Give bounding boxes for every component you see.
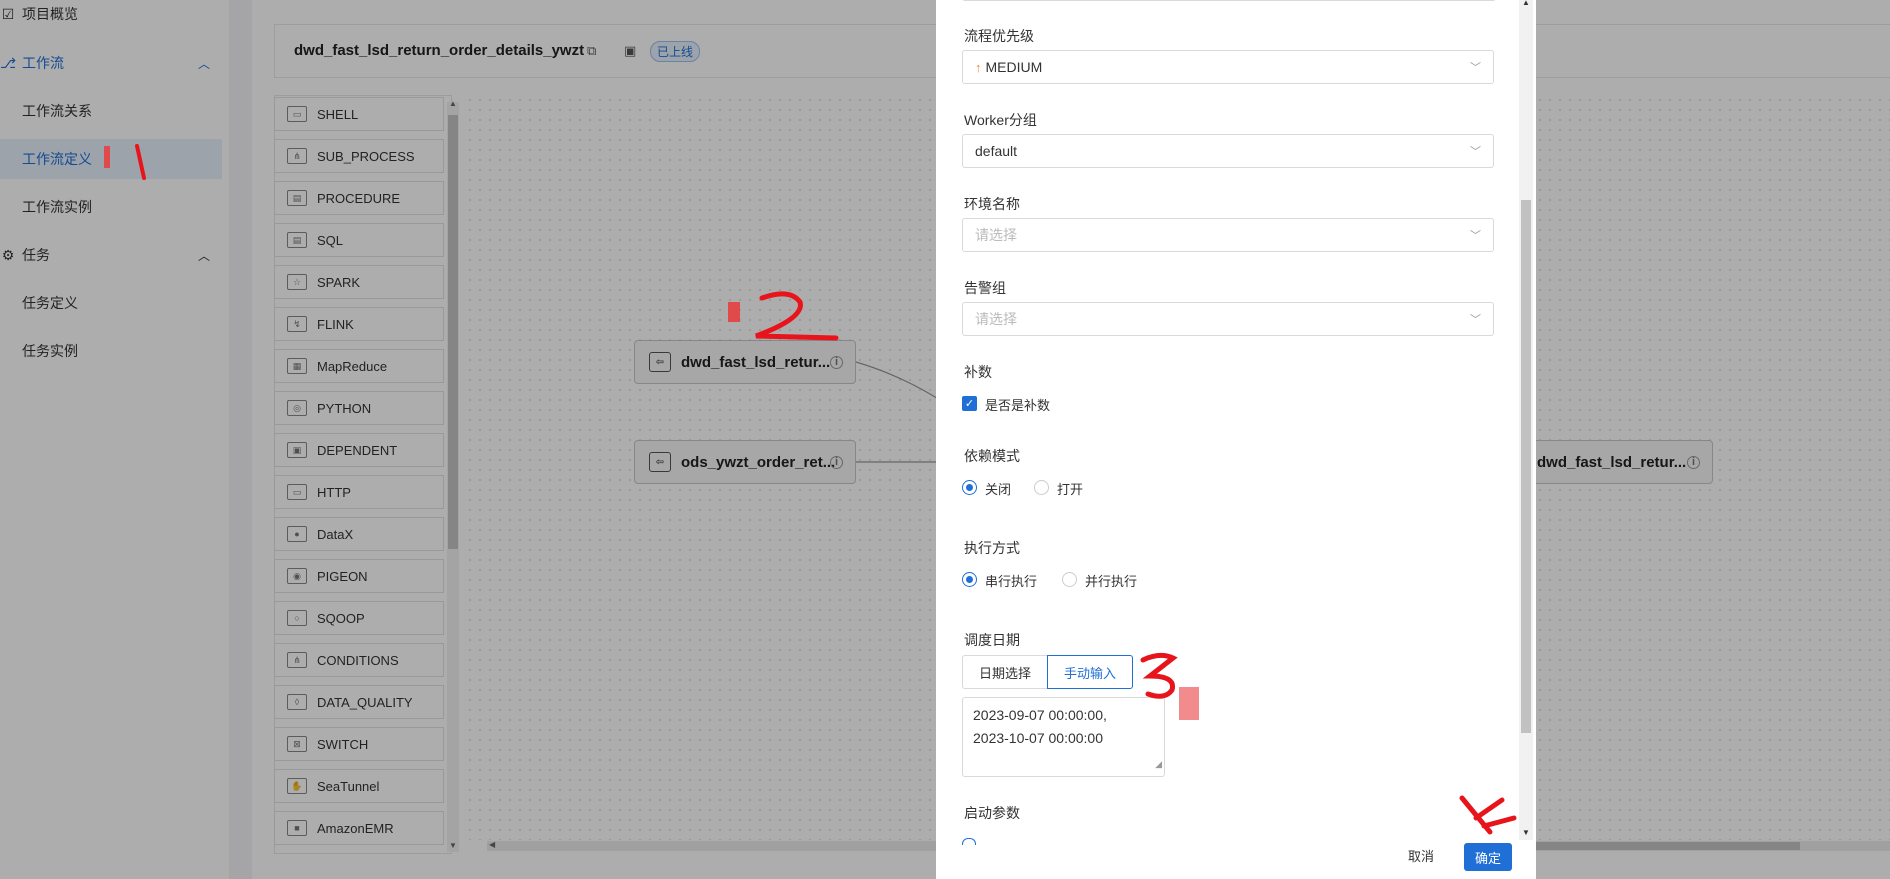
annotation-stroke-1 [135, 144, 146, 180]
annotation-stroke-2 [755, 291, 839, 341]
annotation-stroke-3 [1140, 652, 1178, 699]
annotation-layer [135, 144, 1517, 835]
annotation-stroke-4 [1459, 795, 1517, 835]
